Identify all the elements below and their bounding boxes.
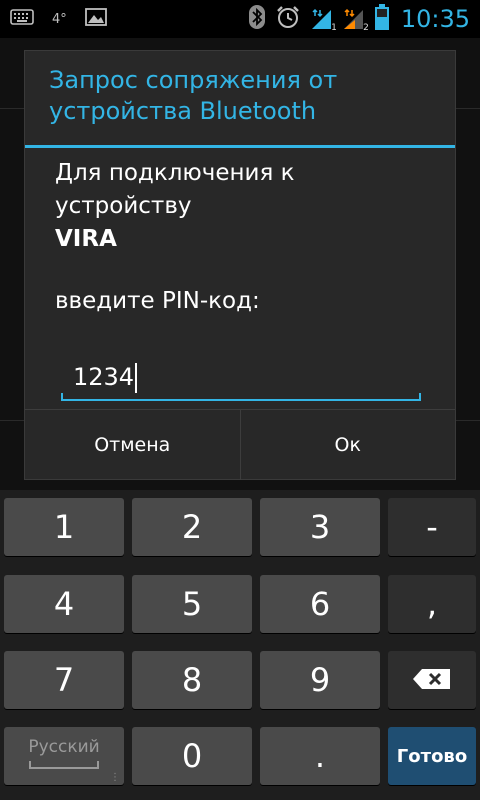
battery-icon xyxy=(374,4,389,34)
key-dot[interactable]: . xyxy=(260,727,380,785)
key-5[interactable]: 5 xyxy=(132,575,252,633)
title-divider xyxy=(25,145,455,148)
pin-prompt: введите PIN-код: xyxy=(55,288,260,314)
clock: 10:35 xyxy=(400,5,470,33)
pin-input[interactable]: 1234 xyxy=(61,357,421,401)
done-button[interactable]: Готово xyxy=(388,727,476,785)
ok-button[interactable]: Ок xyxy=(239,410,456,480)
key-6[interactable]: 6 xyxy=(260,575,380,633)
keyboard-icon xyxy=(10,8,34,30)
device-name: VIRA xyxy=(55,226,117,252)
numeric-keyboard: 1 2 3 - 4 5 6 , 7 8 9 Русский ⋮ 0 . Гото… xyxy=(0,490,480,800)
dialog-button-bar: Отмена Ок xyxy=(25,409,455,480)
key-8[interactable]: 8 xyxy=(132,651,252,709)
key-9[interactable]: 9 xyxy=(260,651,380,709)
language-space-key[interactable]: Русский ⋮ xyxy=(4,727,124,785)
notification-icons: 4° xyxy=(10,0,107,38)
sim2-label: 2 xyxy=(363,23,369,33)
key-7[interactable]: 7 xyxy=(4,651,124,709)
text-cursor xyxy=(135,363,138,393)
language-label: Русский xyxy=(28,737,100,757)
dialog-message: Для подключения к устройству VIRA xyxy=(55,157,435,256)
bluetooth-icon xyxy=(248,5,265,33)
backspace-icon xyxy=(412,661,452,699)
dialog-title: Запрос сопряжения от устройства Bluetoot… xyxy=(49,66,338,125)
gallery-icon xyxy=(84,7,107,31)
key-3[interactable]: 3 xyxy=(260,498,380,556)
backspace-key[interactable] xyxy=(388,651,476,709)
key-4[interactable]: 4 xyxy=(4,575,124,633)
status-bar: 4° 1 2 10:35 xyxy=(0,0,480,38)
key-minus[interactable]: - xyxy=(388,498,476,556)
space-bar-icon xyxy=(29,761,99,769)
key-comma[interactable]: , xyxy=(388,575,476,633)
more-options-icon: ⋮ xyxy=(110,772,120,783)
pin-value: 1234 xyxy=(73,363,135,391)
signal-sim1-icon: 1 xyxy=(311,7,337,33)
temperature-indicator: 4° xyxy=(52,11,67,27)
system-icons: 1 2 10:35 xyxy=(248,0,470,38)
pin-value-wrap: 1234 xyxy=(73,363,138,393)
alarm-icon xyxy=(275,5,301,33)
key-2[interactable]: 2 xyxy=(132,498,252,556)
sim1-label: 1 xyxy=(331,23,337,33)
signal-sim2-icon: 2 xyxy=(343,7,369,33)
message-text: Для подключения к устройству xyxy=(55,160,295,219)
key-0[interactable]: 0 xyxy=(132,727,252,785)
cancel-button[interactable]: Отмена xyxy=(25,410,240,480)
bluetooth-pairing-dialog: Запрос сопряжения от устройства Bluetoot… xyxy=(24,50,456,480)
key-1[interactable]: 1 xyxy=(4,498,124,556)
